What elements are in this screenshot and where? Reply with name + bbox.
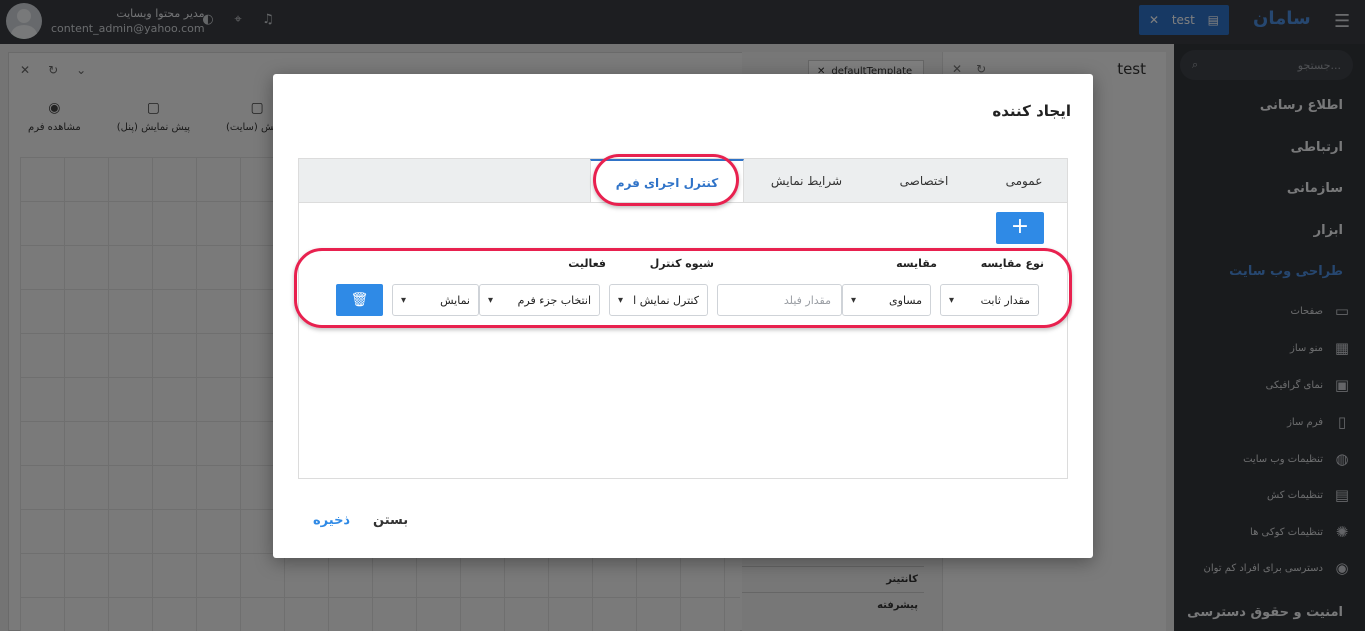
dialog-tabs: عمومی اختصاصی شرایط نمایش کنترل اجرای فر… <box>298 158 1069 204</box>
action-label: فعالیت <box>568 257 606 270</box>
control-mode-select[interactable]: ▾ کنترل نمایش ا <box>609 284 708 316</box>
compare-type-select[interactable]: ▾ مقدار ثابت <box>940 284 1039 316</box>
close-button[interactable]: بستن <box>373 513 408 528</box>
dialog-title: ایجاد کننده <box>992 102 1071 120</box>
action-select[interactable]: ▾ نمایش <box>392 284 479 316</box>
chevron-down-icon: ▾ <box>949 294 955 306</box>
tab-form-execution-control[interactable]: کنترل اجرای فرم <box>590 159 744 204</box>
tab-specific[interactable]: اختصاصی <box>869 159 979 203</box>
tab-content <box>298 202 1068 479</box>
chevron-down-icon: ▾ <box>488 294 494 306</box>
chevron-down-icon: ▾ <box>851 294 857 306</box>
chevron-down-icon: ▾ <box>618 294 624 306</box>
control-mode-label: شیوه کنترل <box>649 257 714 270</box>
tab-display-conditions[interactable]: شرایط نمایش <box>744 159 869 203</box>
tab-general[interactable]: عمومی <box>979 159 1069 203</box>
form-element-select[interactable]: ▾ انتخاب جزء فرم <box>479 284 600 316</box>
chevron-down-icon: ▾ <box>401 294 407 306</box>
save-button[interactable]: ذخیره <box>313 513 350 528</box>
delete-rule-button[interactable]: 🗑 <box>336 284 383 316</box>
creator-dialog: ایجاد کننده عمومی اختصاصی شرایط نمایش کن… <box>273 74 1093 558</box>
compare-label: مقایسه <box>896 257 937 270</box>
field-value-input[interactable]: مقدار فیلد <box>717 284 842 316</box>
add-rule-button[interactable]: + <box>996 212 1044 244</box>
compare-select[interactable]: ▾ مساوی <box>842 284 931 316</box>
compare-type-label: نوع مقایسه <box>980 257 1044 270</box>
trash-icon: 🗑 <box>350 292 369 308</box>
